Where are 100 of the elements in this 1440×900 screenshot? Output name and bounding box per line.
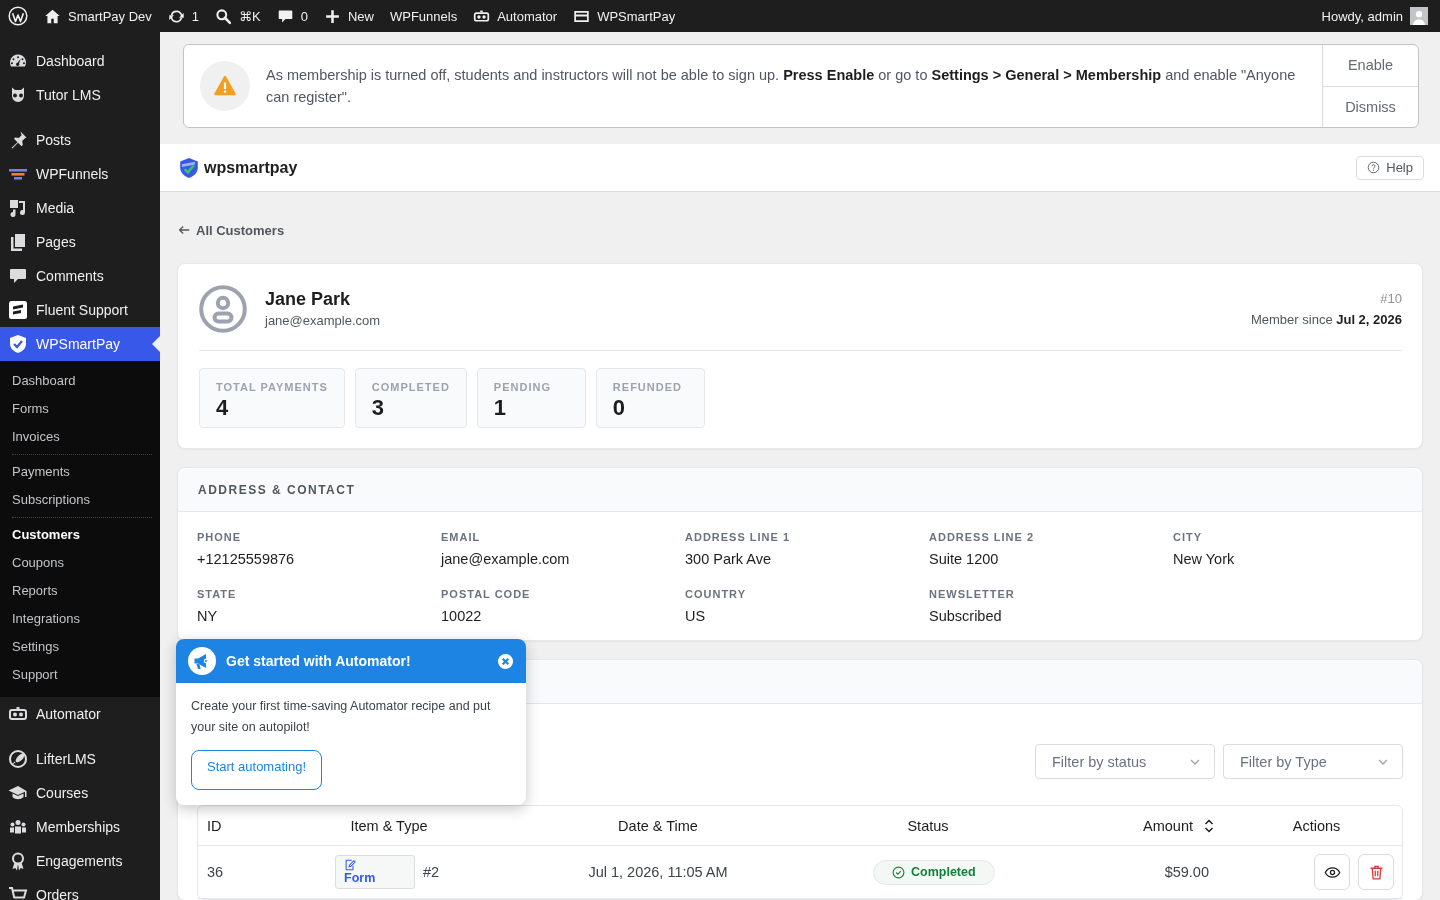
- people-icon: [8, 817, 28, 837]
- item-number: #2: [423, 864, 440, 880]
- field-value: 10022: [441, 607, 483, 626]
- back-link[interactable]: All Customers: [177, 222, 285, 238]
- stat-label: REFUNDED: [612, 380, 683, 395]
- notice-message: As membership is turned off, students and instructors will not be able to sign up. Press Enable or go to Settings > General > Membership and enable "Anyone can register".: [266, 66, 1297, 107]
- shield-check-icon: [8, 334, 28, 354]
- field-label: ADDRESS LINE 1: [685, 530, 792, 544]
- cart-icon: [8, 885, 28, 900]
- menu-item[interactable]: Media: [0, 191, 160, 225]
- stripes-logo-icon: [8, 300, 28, 320]
- home-icon: [44, 7, 61, 25]
- submenu-item[interactable]: Invoices: [0, 423, 160, 451]
- admin-bar-item[interactable]: SmartPay Dev: [36, 0, 160, 32]
- delete-button[interactable]: [1358, 854, 1394, 890]
- submenu-item[interactable]: Support: [0, 661, 160, 689]
- field-label: PHONE: [197, 530, 243, 544]
- submenu-item[interactable]: Subscriptions: [0, 486, 160, 514]
- admin-bar-item[interactable]: WPSmartPay: [565, 0, 684, 32]
- logo-text: wpsmartpay: [204, 158, 298, 177]
- speech-bubble-icon: [8, 266, 28, 286]
- menu-item[interactable]: WPSmartPay: [0, 327, 160, 361]
- field-label: STATE: [197, 587, 238, 601]
- submenu-item[interactable]: Coupons: [0, 549, 160, 577]
- popover-title: Get started with Automator!: [226, 653, 412, 669]
- document-edit-icon: [344, 859, 356, 871]
- shield-logo-icon: [178, 156, 200, 179]
- member-since: Member since Jul 2, 2026: [1250, 310, 1402, 329]
- filter-dropdown[interactable]: Filter by status: [1035, 744, 1215, 779]
- customer-number: #10: [1379, 289, 1402, 308]
- column-header[interactable]: Amount: [1143, 817, 1215, 834]
- menu-item[interactable]: Memberships: [0, 810, 160, 844]
- column-header: Date & Time: [618, 817, 698, 834]
- stat-value: 3: [371, 395, 386, 421]
- menu-item[interactable]: Courses: [0, 776, 160, 810]
- submenu-item[interactable]: Forms: [0, 395, 160, 423]
- megaphone-icon: [188, 647, 216, 675]
- table-cell: $59.00: [991, 846, 1231, 899]
- submenu-item[interactable]: Dashboard: [0, 367, 160, 395]
- menu-item[interactable]: Engagements: [0, 844, 160, 878]
- stat-value: 0: [612, 395, 627, 421]
- field-label: EMAIL: [441, 530, 482, 544]
- stat-value: 4: [216, 395, 230, 421]
- column-header: Actions: [1292, 817, 1341, 834]
- menu-item[interactable]: Orders: [0, 878, 160, 900]
- stat-label: COMPLETED: [371, 380, 450, 395]
- status-text: Completed: [911, 865, 976, 879]
- submenu-item[interactable]: Customers: [0, 521, 160, 549]
- help-button[interactable]: Help: [1356, 155, 1424, 180]
- field-value: NY: [197, 607, 219, 626]
- field-label: POSTAL CODE: [441, 587, 532, 601]
- field-value: Suite 1200: [929, 550, 1000, 569]
- column-header: Item & Type: [350, 817, 428, 834]
- warning-icon: [200, 61, 250, 111]
- field-label: CITY: [1173, 530, 1204, 544]
- help-icon: [1367, 161, 1381, 174]
- admin-bar-item[interactable]: Automator: [465, 0, 566, 32]
- customer-name: Jane Park: [265, 287, 352, 310]
- menu-item[interactable]: LifterLMS: [0, 742, 160, 776]
- table-cell: Jul 1, 2026, 11:05 AM: [451, 846, 865, 899]
- user-avatar-icon: [199, 285, 247, 333]
- view-button[interactable]: [1314, 854, 1350, 890]
- column-header: ID: [207, 817, 222, 834]
- column-header: Status: [907, 817, 949, 834]
- admin-bar-item[interactable]: WPFunnels: [381, 0, 466, 32]
- menu-item[interactable]: Pages: [0, 225, 160, 259]
- admin-bar-item[interactable]: 0: [268, 0, 316, 32]
- submenu-item[interactable]: Settings: [0, 633, 160, 661]
- menu-item[interactable]: Posts: [0, 123, 160, 157]
- field-label: COUNTRY: [685, 587, 747, 601]
- field-label: ADDRESS LINE 2: [929, 530, 1036, 544]
- start-button[interactable]: Start automating!: [191, 750, 322, 790]
- check-circle-icon: [892, 865, 905, 879]
- stat-label: PENDING: [493, 380, 552, 395]
- notice-button[interactable]: Dismiss: [1323, 85, 1418, 127]
- admin-bar-item[interactable]: 1: [159, 0, 208, 32]
- menu-item[interactable]: WPFunnels: [0, 157, 160, 191]
- close-icon[interactable]: [497, 652, 514, 670]
- menu-item[interactable]: Tutor LMS: [0, 78, 160, 112]
- menu-item[interactable]: Dashboard: [0, 44, 160, 78]
- admin-bar-item[interactable]: ⌘K: [207, 0, 269, 32]
- table-cell: 36: [198, 846, 327, 899]
- avatar-icon: [1410, 7, 1428, 25]
- submenu-item[interactable]: Integrations: [0, 605, 160, 633]
- customer-email: jane@example.com: [265, 311, 382, 330]
- circle-feather-icon: [8, 749, 28, 769]
- menu-item[interactable]: Comments: [0, 259, 160, 293]
- menu-item[interactable]: Fluent Support: [0, 293, 160, 327]
- menu-item[interactable]: Automator: [0, 697, 160, 731]
- stat-value: 1: [493, 395, 508, 421]
- admin-bar-item[interactable]: New: [315, 0, 382, 32]
- account-menu[interactable]: Howdy, admin: [1313, 0, 1440, 32]
- notice-button[interactable]: Enable: [1323, 45, 1418, 86]
- type-text: Form: [344, 871, 376, 885]
- logo-icon[interactable]: [8, 6, 28, 26]
- submenu-item[interactable]: Reports: [0, 577, 160, 605]
- media-icon: [8, 198, 28, 218]
- filter-dropdown[interactable]: Filter by Type: [1223, 744, 1403, 779]
- field-value: New York: [1173, 550, 1236, 569]
- submenu-item[interactable]: Payments: [0, 458, 160, 486]
